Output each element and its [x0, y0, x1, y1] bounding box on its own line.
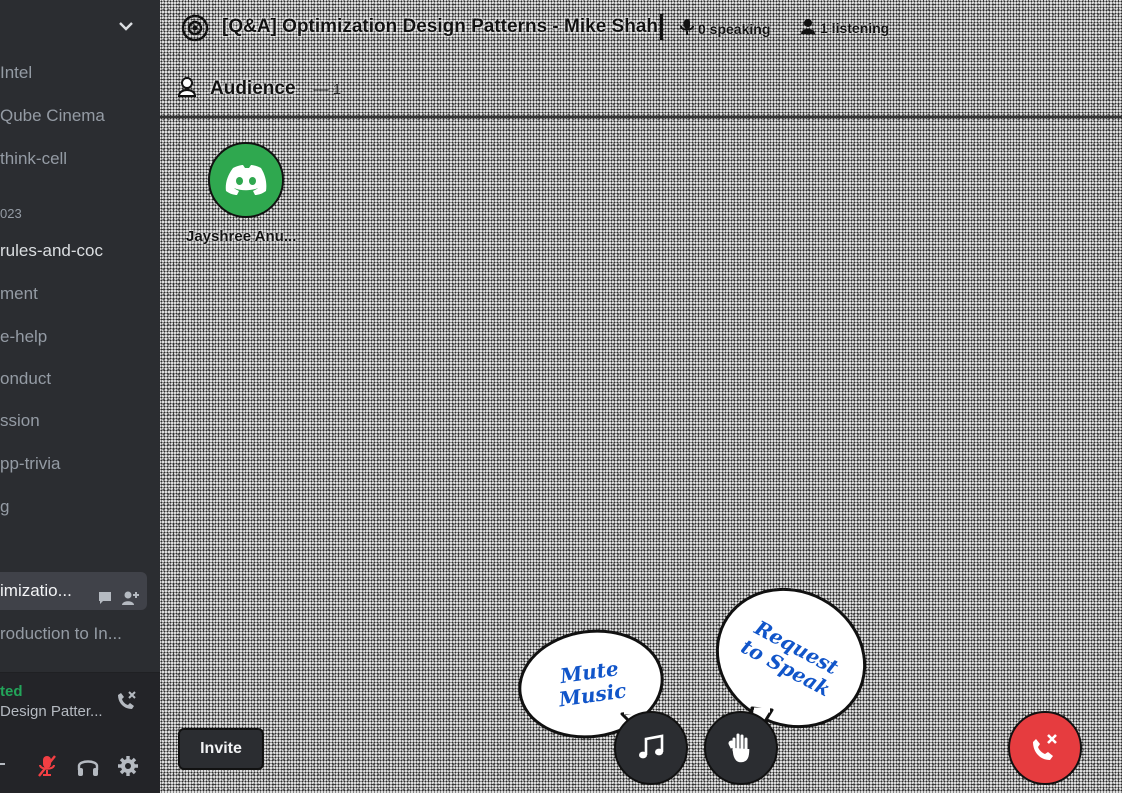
- invite-button[interactable]: Invite: [178, 728, 264, 770]
- mute-music-button[interactable]: [614, 711, 688, 785]
- request-to-speak-button[interactable]: [704, 711, 778, 785]
- settings-gear-icon[interactable]: [116, 754, 140, 783]
- audience-person-icon: [177, 76, 200, 102]
- discord-logo-icon: [225, 165, 267, 195]
- sidebar-channel[interactable]: roduction to In...: [0, 619, 160, 649]
- sidebar-channel[interactable]: onduct: [0, 364, 160, 394]
- sidebar-channel-selected[interactable]: imizatio...: [0, 572, 147, 610]
- dropdown-icon[interactable]: [0, 754, 6, 779]
- sidebar-category[interactable]: 023: [0, 199, 160, 229]
- sidebar-channel[interactable]: g: [0, 492, 160, 522]
- disconnect-call-icon: [1033, 734, 1057, 760]
- sidebar-channel[interactable]: e-help: [0, 322, 160, 352]
- stage-channel-icon: [180, 14, 210, 47]
- headphones-icon[interactable]: [76, 754, 100, 783]
- listening-count: 1 listening: [800, 18, 889, 37]
- header-divider: [660, 14, 663, 40]
- speaking-count: 0 speaking: [680, 18, 770, 39]
- speaking-label: 0 speaking: [698, 20, 771, 37]
- sidebar-channel[interactable]: ssion: [0, 406, 160, 436]
- stage-view: [Q&A] Optimization Design Patterns - Mik…: [160, 0, 1122, 793]
- sidebar-channel-label: imizatio...: [0, 581, 72, 600]
- microphone-muted-icon[interactable]: [36, 754, 58, 783]
- sidebar-channel[interactable]: Intel: [0, 58, 160, 88]
- sidebar-channel[interactable]: ment: [0, 279, 160, 309]
- chevron-down-icon[interactable]: [116, 16, 136, 36]
- channel-sidebar: Intel Qube Cinema think-cell 023 rules-a…: [0, 0, 160, 793]
- microphone-icon: [680, 18, 694, 39]
- add-member-icon[interactable]: [121, 582, 139, 620]
- disconnect-icon[interactable]: [114, 689, 138, 718]
- raise-hand-icon: [728, 733, 750, 763]
- audience-label: Audience: [210, 78, 296, 99]
- avatar[interactable]: [208, 142, 284, 218]
- music-note-icon: [639, 734, 664, 759]
- stage-header: [Q&A] Optimization Design Patterns - Mik…: [160, 0, 1122, 56]
- divider: [160, 116, 1122, 118]
- user-panel: [0, 730, 160, 793]
- sidebar-channel[interactable]: pp-trivia: [0, 449, 160, 479]
- leave-stage-button[interactable]: [1008, 711, 1082, 785]
- sidebar-channel[interactable]: Qube Cinema: [0, 101, 160, 131]
- voice-channel-link[interactable]: Design Patter...: [0, 703, 103, 720]
- member-name: Jayshree Anu...: [186, 228, 297, 245]
- sidebar-channel[interactable]: rules-and-coc: [0, 236, 160, 266]
- sidebar-channel[interactable]: think-cell: [0, 144, 160, 174]
- voice-status: ted: [0, 683, 23, 700]
- audience-count: — 1: [313, 80, 342, 98]
- person-icon: [800, 18, 816, 37]
- listening-label: 1 listening: [820, 19, 890, 36]
- chat-icon[interactable]: [97, 582, 113, 620]
- voice-connection-panel: ted Design Patter...: [0, 672, 160, 731]
- stage-title: [Q&A] Optimization Design Patterns - Mik…: [222, 16, 658, 37]
- audience-header: Audience — 1: [177, 74, 342, 104]
